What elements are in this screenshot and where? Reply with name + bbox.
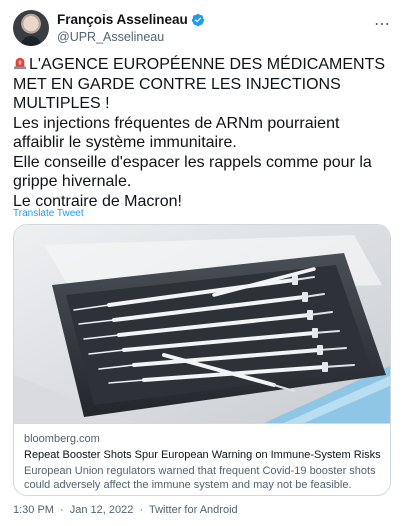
card-title[interactable]: Repeat Booster Shots Spur European Warni… <box>24 448 382 462</box>
card-domain: bloomberg.com <box>24 433 100 445</box>
tweet-line-2: Les injections fréquentes de ARNm pourra… <box>13 114 340 152</box>
link-preview-card[interactable]: bloomberg.com Repeat Booster Shots Spur … <box>13 224 391 496</box>
tweet-text: L'AGENCE EUROPÉENNE DES MÉDICAMENTS MET … <box>13 55 393 211</box>
card-meta: bloomberg.com Repeat Booster Shots Spur … <box>14 423 390 495</box>
avatar[interactable] <box>13 10 49 46</box>
tweet-source[interactable]: Twitter for Android <box>149 504 238 516</box>
verified-badge-icon <box>191 13 204 26</box>
card-image-syringes[interactable] <box>14 225 391 423</box>
translate-tweet-link[interactable]: Translate Tweet <box>13 208 84 219</box>
police-light-icon <box>13 57 27 70</box>
author-name[interactable]: François Asselineau <box>57 12 188 27</box>
separator-dot: · <box>139 504 144 516</box>
tweet-footer: 1:30 PM · Jan 12, 2022 · Twitter for And… <box>13 504 241 516</box>
tweet-line-3: Elle conseille d'espacer les rappels com… <box>13 153 372 191</box>
tweet-header: François Asselineau @UPR_Asselineau ⋯ <box>13 10 391 50</box>
card-description: European Union regulators warned that fr… <box>24 465 376 491</box>
tweet-line-1: L'AGENCE EUROPÉENNE DES MÉDICAMENTS MET … <box>13 55 393 114</box>
tweet-line-1-text: L'AGENCE EUROPÉENNE DES MÉDICAMENTS MET … <box>13 56 386 112</box>
author-name-row: François Asselineau <box>57 12 205 27</box>
author-handle[interactable]: @UPR_Asselineau <box>57 30 164 44</box>
tweet-date[interactable]: Jan 12, 2022 <box>70 504 134 516</box>
separator-dot: · <box>60 504 64 516</box>
tweet-time[interactable]: 1:30 PM <box>13 504 54 516</box>
more-options-icon[interactable]: ⋯ <box>374 14 391 34</box>
